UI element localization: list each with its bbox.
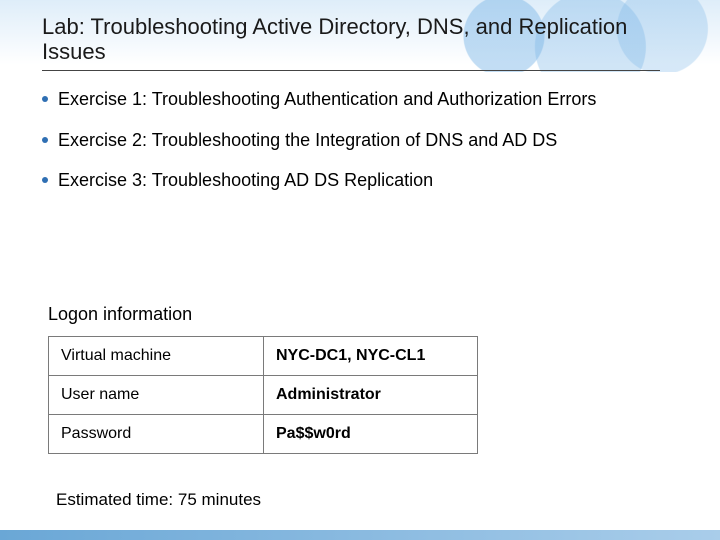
footer-decoration (0, 530, 720, 540)
table-cell-val: NYC-DC1, NYC-CL1 (264, 337, 478, 376)
slide-title: Lab: Troubleshooting Active Directory, D… (42, 14, 680, 65)
logon-table: Virtual machine NYC-DC1, NYC-CL1 User na… (48, 336, 478, 454)
bullet-list: Exercise 1: Troubleshooting Authenticati… (42, 88, 672, 210)
list-item: Exercise 2: Troubleshooting the Integrat… (42, 129, 672, 152)
logon-heading: Logon information (48, 304, 192, 325)
title-underline (42, 70, 660, 71)
table-cell-key: Password (49, 415, 264, 454)
table-row: User name Administrator (49, 376, 478, 415)
table-cell-val: Administrator (264, 376, 478, 415)
list-item: Exercise 3: Troubleshooting AD DS Replic… (42, 169, 672, 192)
estimated-time: Estimated time: 75 minutes (56, 490, 261, 510)
list-item: Exercise 1: Troubleshooting Authenticati… (42, 88, 672, 111)
table-row: Virtual machine NYC-DC1, NYC-CL1 (49, 337, 478, 376)
table-cell-key: Virtual machine (49, 337, 264, 376)
table-cell-key: User name (49, 376, 264, 415)
table-cell-val: Pa$$w0rd (264, 415, 478, 454)
table-row: Password Pa$$w0rd (49, 415, 478, 454)
slide: Lab: Troubleshooting Active Directory, D… (0, 0, 720, 540)
